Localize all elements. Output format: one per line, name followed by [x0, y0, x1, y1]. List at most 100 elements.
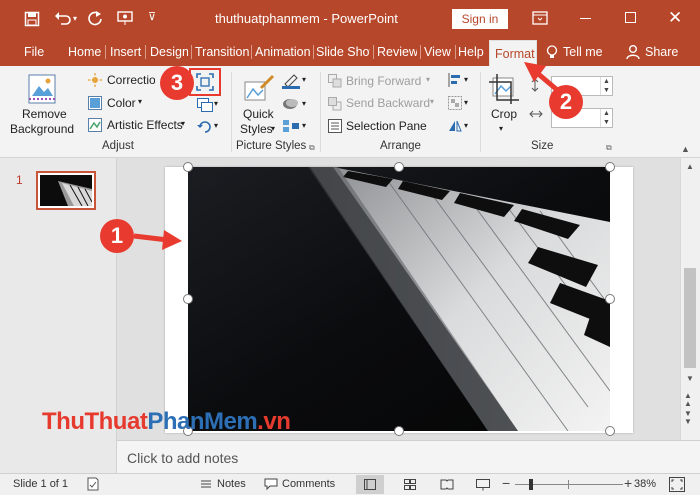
resize-handle-left[interactable] [183, 294, 193, 304]
ribbon-display-options-icon[interactable] [532, 11, 548, 25]
picture-styles-launcher-icon[interactable]: ⧉ [309, 143, 315, 153]
size-launcher-icon[interactable]: ⧉ [606, 143, 612, 153]
rotate-icon[interactable] [448, 119, 462, 133]
resize-handle-top-right[interactable] [605, 162, 615, 172]
comments-icon[interactable] [264, 478, 278, 490]
reset-picture-icon[interactable] [197, 120, 213, 134]
zoom-level[interactable]: 38% [634, 478, 656, 490]
tab-design[interactable]: Design [150, 38, 188, 66]
notes-toggle-icon[interactable] [200, 478, 212, 490]
tab-help[interactable]: Help [458, 38, 486, 66]
next-slide-icon[interactable]: ▼ ▼ [684, 410, 692, 426]
zoom-in-icon[interactable]: + [624, 475, 632, 491]
resize-handle-top-left[interactable] [183, 162, 193, 172]
tab-animations[interactable]: Animations [255, 38, 311, 66]
zoom-out-icon[interactable]: − [502, 475, 510, 491]
notes-placeholder[interactable]: Click to add notes [127, 450, 238, 466]
tab-transitions[interactable]: Transitions [195, 38, 249, 66]
change-picture-icon[interactable] [197, 98, 213, 112]
slide-show-icon[interactable] [476, 478, 490, 491]
group-icon[interactable] [448, 96, 462, 110]
fit-to-window-icon[interactable] [669, 477, 685, 492]
close-icon[interactable]: ✕ [668, 8, 682, 28]
color-dropdown-icon[interactable]: ▾ [138, 97, 142, 106]
rotate-dropdown-icon[interactable]: ▾ [464, 121, 468, 130]
quick-styles-icon[interactable] [243, 74, 275, 104]
bring-forward-dropdown-icon[interactable]: ▾ [426, 75, 430, 84]
reset-picture-dropdown-icon[interactable]: ▾ [214, 121, 218, 130]
share-icon[interactable] [626, 44, 640, 60]
undo-dropdown-icon[interactable]: ▾ [73, 14, 77, 23]
corrections-icon [88, 73, 102, 87]
resize-handle-right[interactable] [605, 294, 615, 304]
collapse-ribbon-icon[interactable]: ▲ [681, 144, 690, 154]
picture-effects-dropdown-icon[interactable]: ▾ [302, 99, 306, 108]
width-icon [529, 108, 543, 120]
change-picture-dropdown-icon[interactable]: ▾ [214, 99, 218, 108]
scroll-down-icon[interactable]: ▼ [686, 374, 694, 383]
group-label-arrange: Arrange [380, 140, 421, 152]
crop-dropdown-icon[interactable]: ▾ [499, 124, 503, 133]
undo-icon[interactable] [54, 10, 72, 26]
previous-slide-icon[interactable]: ▲ ▲ [684, 392, 692, 408]
picture-layout-icon[interactable] [282, 119, 300, 133]
corrections-button[interactable]: Corrections [107, 73, 155, 87]
bring-forward-button[interactable]: Bring Forward [346, 74, 421, 88]
remove-background-icon[interactable] [28, 74, 56, 104]
picture-layout-dropdown-icon[interactable]: ▾ [302, 121, 306, 130]
remove-background-label-2[interactable]: Background [10, 122, 74, 136]
tab-slide-show[interactable]: Slide Show [316, 38, 370, 66]
spell-check-icon[interactable] [86, 477, 100, 491]
selection-pane-button[interactable]: Selection Pane [346, 119, 427, 133]
send-backward-button[interactable]: Send Backward [346, 96, 430, 110]
group-dropdown-icon[interactable]: ▾ [464, 98, 468, 107]
resize-handle-top[interactable] [394, 162, 404, 172]
vertical-scrollbar[interactable]: ▲ ▼ ▲ ▲ ▼ ▼ [680, 158, 700, 440]
align-dropdown-icon[interactable]: ▾ [464, 75, 468, 84]
resize-handle-bottom[interactable] [394, 426, 404, 436]
scroll-thumb[interactable] [684, 268, 696, 368]
align-icon[interactable] [448, 73, 462, 87]
title-bar: ▾ ⊽ thuthuatphanmem - PowerPoint Sign in… [0, 0, 700, 38]
tab-home[interactable]: Home [68, 38, 102, 66]
artistic-effects-button[interactable]: Artistic Effects [107, 118, 183, 132]
slide-thumbnail[interactable] [36, 171, 96, 210]
crop-button[interactable]: Crop [491, 107, 517, 121]
tab-file[interactable]: File [24, 38, 48, 66]
share-button[interactable]: Share [645, 38, 678, 66]
resize-handle-bottom-right[interactable] [605, 426, 615, 436]
quick-styles-label-1[interactable]: Quick [243, 107, 274, 121]
maximize-icon[interactable] [625, 12, 636, 23]
picture-border-icon[interactable] [282, 73, 300, 89]
annotation-arrow-2 [524, 62, 564, 96]
artistic-effects-dropdown-icon[interactable]: ▾ [181, 119, 185, 128]
quick-styles-dropdown-icon[interactable]: ▾ [271, 124, 275, 133]
tab-view[interactable]: View [424, 38, 452, 66]
notes-button[interactable]: Notes [217, 478, 246, 490]
quick-styles-label-2[interactable]: Styles [240, 122, 273, 136]
redo-icon[interactable] [87, 10, 103, 26]
picture-border-dropdown-icon[interactable]: ▾ [302, 75, 306, 84]
save-icon[interactable] [24, 11, 40, 27]
color-button[interactable]: Color [107, 96, 136, 110]
comments-button[interactable]: Comments [282, 478, 335, 490]
tab-review[interactable]: Review [377, 38, 417, 66]
scroll-up-icon[interactable]: ▲ [686, 162, 694, 171]
ribbon: Remove Background Corrections Color ▾ Ar… [0, 66, 700, 158]
piano-picture[interactable] [188, 167, 610, 431]
slide-sorter-icon[interactable] [404, 479, 416, 490]
zoom-slider-thumb[interactable] [529, 479, 533, 490]
tab-insert[interactable]: Insert [110, 38, 142, 66]
compress-pictures-icon[interactable] [196, 73, 214, 91]
present-from-start-icon[interactable] [117, 10, 135, 26]
picture-effects-icon[interactable] [282, 97, 300, 111]
crop-icon[interactable] [489, 74, 519, 104]
sign-in-button[interactable]: Sign in [452, 9, 508, 29]
minimize-icon[interactable] [580, 18, 591, 19]
send-backward-dropdown-icon[interactable]: ▾ [430, 97, 434, 106]
reading-view-icon[interactable] [440, 479, 454, 490]
remove-background-label-1[interactable]: Remove [22, 107, 67, 121]
notes-pane[interactable]: Click to add notes [117, 440, 700, 473]
status-bar: Slide 1 of 1 Notes Comments − + 38% [0, 473, 700, 495]
customize-toolbar-icon[interactable]: ⊽ [148, 10, 156, 23]
